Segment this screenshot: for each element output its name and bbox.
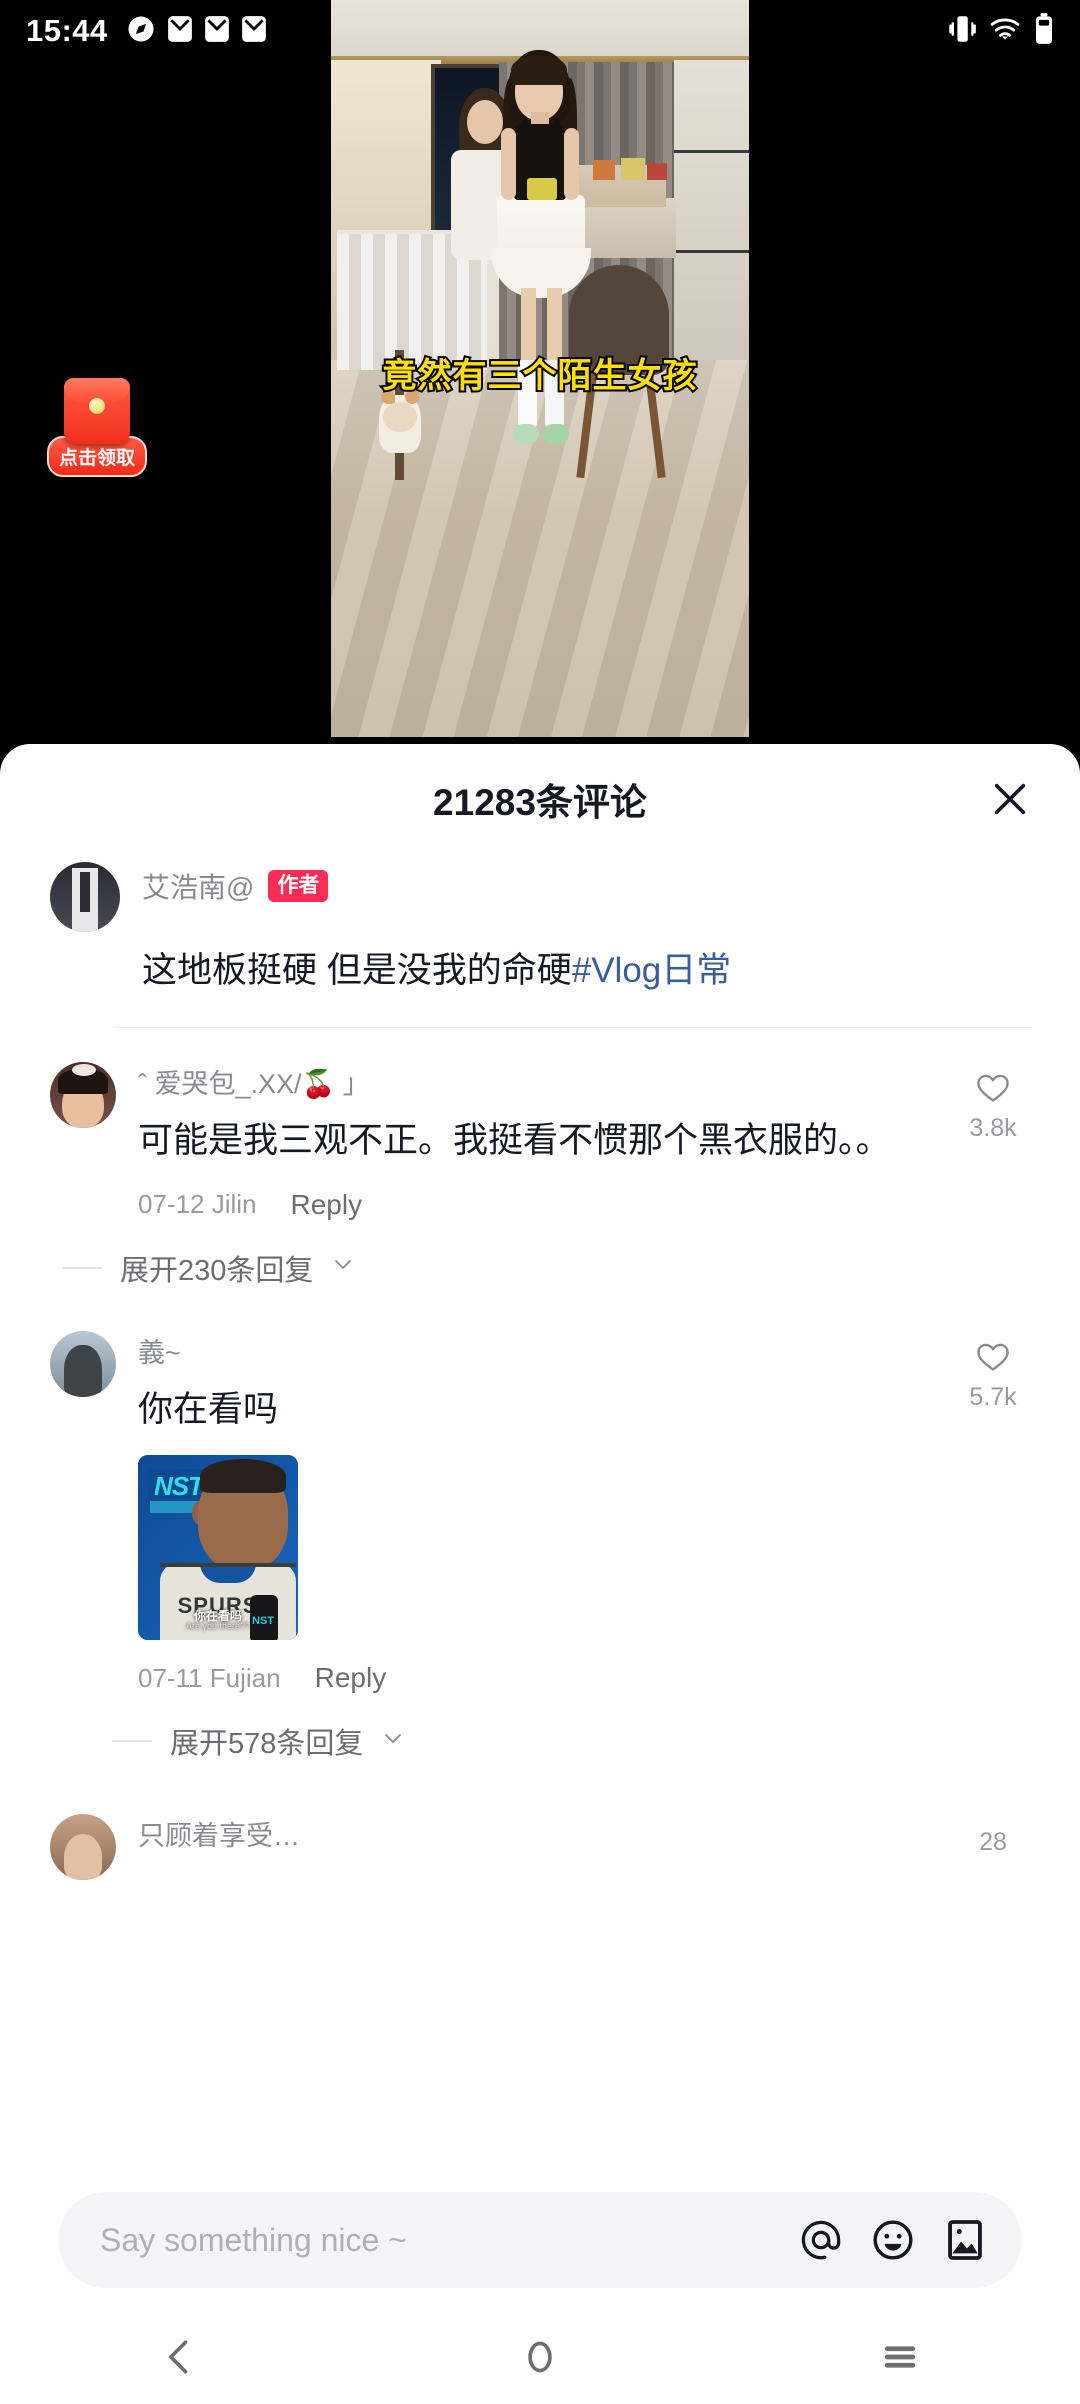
- expand-divider: [62, 1266, 102, 1269]
- comment-input-field[interactable]: Say something nice ~: [58, 2192, 1022, 2288]
- input-action-icons: [798, 2217, 988, 2263]
- comment-body: 義~ 你在看吗 NST SPURS NST 你在看吗 Are you there…: [138, 1331, 950, 1695]
- author-post-body: 艾浩南@ 作者: [142, 862, 329, 906]
- author-post-body-text: 这地板挺硬 但是没我的命硬: [142, 951, 572, 990]
- meme-jersey-stripe: [160, 1563, 296, 1568]
- vibrate-icon: [948, 14, 976, 49]
- compass-icon: [126, 14, 156, 49]
- comment-sheet-header: 21283条评论: [0, 744, 1080, 854]
- chevron-down-icon: [331, 1252, 355, 1283]
- hashtag-link[interactable]: #Vlog日常: [572, 951, 732, 990]
- home-icon: [518, 2335, 562, 2379]
- status-bar-system-icons: [948, 12, 1054, 50]
- scene-cabinet: [674, 60, 749, 360]
- comment-username[interactable]: 義~: [138, 1331, 950, 1370]
- expand-replies-label: 展开230条回复: [120, 1254, 314, 1287]
- expand-divider: [112, 1740, 152, 1743]
- video-subtitle: 竟然有三个陌生女孩: [381, 355, 699, 397]
- expand-replies-label: 展开578条回复: [170, 1728, 364, 1761]
- phone-screen: 竟然有三个陌生女孩 15:44 点击领取 21283条评论 艾浩南@ 作者 这地…: [0, 0, 1080, 2404]
- like-button[interactable]: 3.8k: [950, 1062, 1036, 1221]
- avatar[interactable]: [50, 1814, 116, 1881]
- scene-person-shoe: [513, 424, 539, 444]
- comment-text: 你在看吗: [138, 1389, 279, 1429]
- scene-person-background-head: [467, 100, 503, 144]
- author-post-text: 这地板挺硬 但是没我的命硬#Vlog日常: [142, 946, 1022, 997]
- comment-timestamp: 07-11 Fujian: [138, 1662, 281, 1693]
- author-username[interactable]: 艾浩南@: [142, 866, 254, 906]
- avatar[interactable]: [50, 1330, 116, 1397]
- comment-item[interactable]: 只顾着享受… 28: [0, 1762, 1080, 1881]
- image-icon[interactable]: [942, 2217, 988, 2263]
- comment-attached-image[interactable]: NST SPURS NST 你在看吗 Are you there??: [138, 1455, 298, 1641]
- status-badge: 作者: [268, 869, 329, 903]
- recents-icon: [878, 2335, 922, 2379]
- like-button[interactable]: 5.7k: [950, 1331, 1036, 1695]
- scene-cat-face: [383, 402, 417, 432]
- recents-button[interactable]: [720, 2335, 1080, 2379]
- back-icon: [158, 2335, 202, 2379]
- meme-person-hair: [200, 1459, 286, 1494]
- comment-sheet: 21283条评论 艾浩南@ 作者 这地板挺硬 但是没我的命硬#Vlog日常 ˆ …: [0, 744, 1080, 2404]
- comment-item[interactable]: ˆ 爱哭包_.XX/🍒 」 可能是我三观不正。我挺看不惯那个黑衣服的。。 07-…: [0, 1028, 1080, 1221]
- android-nav-bar: [0, 2310, 1080, 2404]
- emoji-icon[interactable]: [870, 2217, 916, 2263]
- comment-item[interactable]: 義~ 你在看吗 NST SPURS NST 你在看吗 Are you there…: [0, 1289, 1080, 1695]
- like-count: 5.7k: [969, 1382, 1017, 1411]
- back-button[interactable]: [0, 2335, 360, 2379]
- mail-icon: [204, 15, 230, 48]
- heart-icon: [974, 1337, 1012, 1375]
- comment-username[interactable]: ˆ 爱哭包_.XX/🍒 」: [138, 1062, 950, 1101]
- status-bar-clock: 15:44: [26, 13, 108, 48]
- comment-username[interactable]: 只顾着享受…: [138, 1814, 950, 1853]
- like-button[interactable]: 28: [950, 1814, 1036, 1880]
- comment-meta: 07-11 Fujian Reply: [138, 1662, 950, 1694]
- expand-replies-button[interactable]: 展开230条回复: [62, 1247, 1080, 1289]
- reply-button[interactable]: Reply: [291, 1189, 363, 1221]
- status-bar: 15:44: [0, 0, 1080, 62]
- author-post[interactable]: 艾浩南@ 作者 这地板挺硬 但是没我的命硬#Vlog日常: [0, 854, 1080, 997]
- at-icon[interactable]: [798, 2217, 844, 2263]
- comment-body: 只顾着享受…: [138, 1814, 950, 1880]
- expand-replies-button[interactable]: 展开578条回复: [112, 1720, 1080, 1762]
- avatar-bow: [72, 1063, 96, 1076]
- meme-caption-line2: Are you there??: [185, 1621, 251, 1632]
- author-post-row: 艾浩南@ 作者: [50, 862, 1036, 932]
- scene-person-arm: [564, 128, 579, 200]
- battery-icon: [1034, 12, 1054, 50]
- status-bar-notification-icons: [126, 14, 267, 49]
- scene-object: [621, 158, 645, 180]
- red-packet-button[interactable]: 点击领取: [47, 378, 148, 477]
- close-icon[interactable]: [984, 773, 1036, 825]
- search-input-placeholder: Say something nice ~: [100, 2221, 407, 2258]
- wifi-icon: [989, 15, 1021, 48]
- scene-object: [647, 163, 667, 180]
- comment-text: 可能是我三观不正。我挺看不惯那个黑衣服的。。: [138, 1120, 891, 1160]
- author-name-row: 艾浩南@ 作者: [142, 866, 329, 906]
- mail-icon: [241, 15, 267, 48]
- avatar[interactable]: [50, 862, 120, 932]
- scene-object: [593, 160, 615, 180]
- comment-count-title: 21283条评论: [433, 782, 647, 823]
- scene-cabinet-line: [674, 150, 749, 153]
- like-count: 28: [979, 1828, 1007, 1857]
- comment-input-bar: Say something nice ~: [0, 2170, 1080, 2310]
- comment-meta: 07-12 Jilin Reply: [138, 1189, 950, 1221]
- avatar[interactable]: [50, 1061, 116, 1128]
- scene-person-phone: [527, 178, 557, 200]
- heart-icon: [974, 1068, 1012, 1106]
- home-button[interactable]: [360, 2335, 720, 2379]
- comment-timestamp: 07-12 Jilin: [138, 1189, 257, 1220]
- scene-person-shoe: [543, 424, 569, 444]
- mail-icon: [167, 15, 193, 48]
- reply-button[interactable]: Reply: [315, 1662, 387, 1694]
- chevron-down-icon: [381, 1726, 405, 1757]
- scene-cabinet-line: [674, 250, 749, 253]
- red-packet-icon: [64, 378, 130, 444]
- comment-body: ˆ 爱哭包_.XX/🍒 」 可能是我三观不正。我挺看不惯那个黑衣服的。。 07-…: [138, 1062, 950, 1221]
- scene-person-arm: [501, 128, 516, 200]
- like-count: 3.8k: [969, 1113, 1017, 1142]
